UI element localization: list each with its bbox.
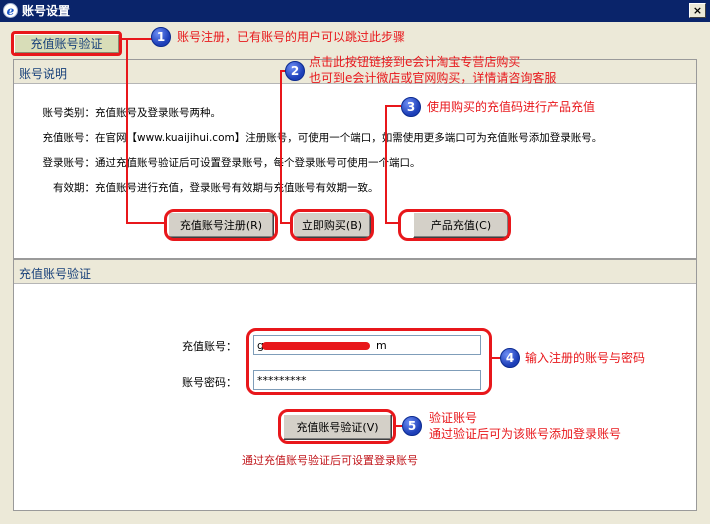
step-4-annotation: 输入注册的账号与密码	[525, 351, 646, 365]
password-input[interactable]: *********	[253, 370, 481, 390]
step-4-badge: 4	[500, 348, 520, 368]
account-verify-title: 充值账号验证	[14, 260, 696, 284]
info-label: 登录账号：	[42, 157, 96, 169]
step-2-badge: 2	[285, 61, 305, 81]
info-row-category: 账号类别：充值账号及登录账号两种。	[17, 105, 222, 120]
step-1-badge: 1	[151, 27, 171, 47]
step-3-annotation: 使用购买的充值码进行产品充值	[427, 100, 596, 114]
step-2-annotation-line1: 点击此按钮链接到e会计淘宝专营店购买	[309, 55, 521, 69]
buy-now-button[interactable]: 立即购买(B)	[293, 212, 371, 238]
info-label: 充值账号：	[42, 132, 96, 144]
app-logo-icon: e	[3, 3, 18, 18]
product-recharge-button[interactable]: 产品充值(C)	[413, 212, 509, 238]
verify-account-button[interactable]: 充值账号验证(V)	[283, 414, 392, 440]
close-icon: ×	[692, 4, 703, 17]
step-2-annotation-line2: 也可到e会计微店或官网购买，详情请咨询客服	[309, 71, 557, 85]
info-row-recharge-account: 充值账号：在官网【www.kuaijihui.com】注册账号，可使用一个端口，…	[17, 130, 603, 145]
info-text: 在官网【www.kuaijihui.com】注册账号，可使用一个端口，如需使用更…	[95, 132, 603, 144]
top-verify-tab-button[interactable]: 充值账号验证	[13, 33, 120, 54]
redaction-mark	[262, 342, 370, 350]
step-5-annotation-line2: 通过验证后可为该账号添加登录账号	[429, 427, 622, 441]
info-text: 通过充值账号验证后可设置登录账号，每个登录账号可使用一个端口。	[95, 157, 421, 169]
info-row-validity: 有效期：充值账号进行充值，登录账号有效期与充值账号有效期一致。	[17, 180, 379, 195]
step-3-badge: 3	[401, 97, 421, 117]
step-5-badge: 5	[402, 416, 422, 436]
info-text: 充值账号及登录账号两种。	[95, 107, 221, 119]
account-field-label: 充值账号：	[182, 340, 237, 353]
password-field-label: 账号密码：	[182, 376, 237, 389]
window-title: 账号设置	[22, 4, 71, 18]
step-5-annotation-line1: 验证账号	[429, 411, 478, 425]
title-bar: e 账号设置 ×	[0, 0, 710, 22]
info-label: 账号类别：	[42, 107, 96, 119]
connector-line-1-top	[122, 38, 152, 40]
close-button[interactable]: ×	[689, 3, 706, 18]
info-row-login-account: 登录账号：通过充值账号验证后可设置登录账号，每个登录账号可使用一个端口。	[17, 155, 421, 170]
account-settings-window: e 账号设置 × 充值账号验证 账号说明 账号类别：充值账号及登录账号两种。 充…	[0, 0, 710, 524]
verify-hint-text: 通过充值账号验证后可设置登录账号	[242, 454, 418, 467]
account-input-suffix: m	[376, 339, 387, 352]
info-label: 有效期：	[53, 182, 95, 194]
step-1-annotation: 账号注册，已有账号的用户可以跳过此步骤	[177, 30, 406, 44]
info-text: 充值账号进行充值，登录账号有效期与充值账号有效期一致。	[95, 182, 379, 194]
register-account-button[interactable]: 充值账号注册(R)	[168, 212, 274, 238]
